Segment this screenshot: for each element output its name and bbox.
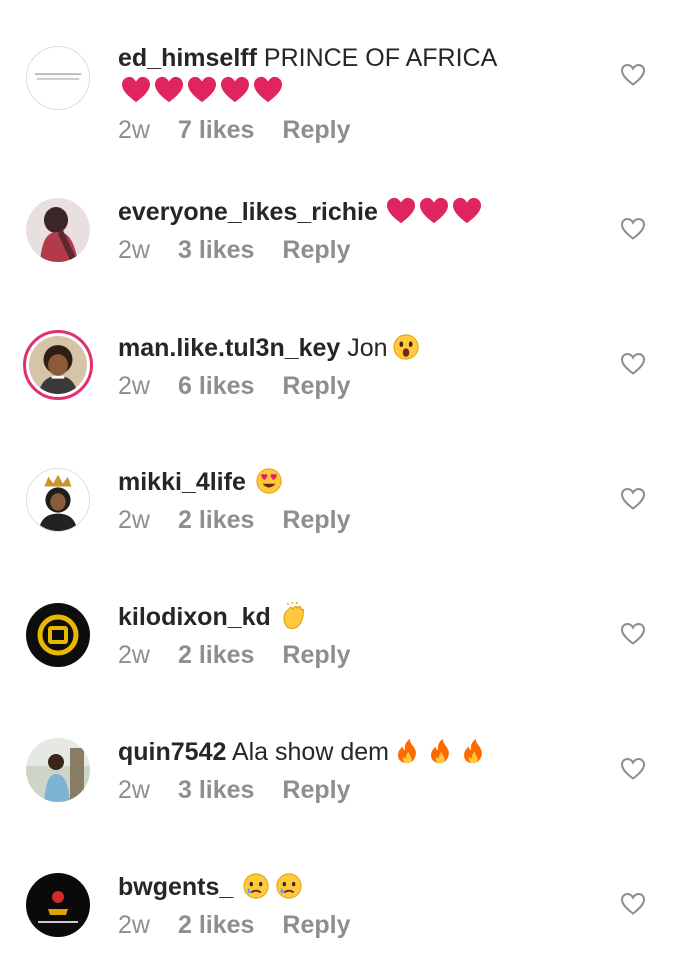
comment-meta: 2w 3 likes Reply [118, 234, 585, 266]
comment-time: 2w [118, 236, 150, 264]
comment-meta: 2w 2 likes Reply [118, 504, 585, 536]
comment-username[interactable]: man.like.tul3n_key [118, 334, 340, 362]
red-heart-icon [121, 76, 151, 104]
comment-likes[interactable]: 2 likes [178, 641, 254, 669]
comment-time: 2w [118, 911, 150, 939]
comment-text: Ala show dem [231, 738, 389, 766]
comment-text: PRINCE OF AFRICA [263, 44, 498, 72]
reply-button[interactable]: Reply [282, 911, 350, 939]
like-heart-icon[interactable] [620, 621, 646, 647]
avatar[interactable] [26, 198, 90, 262]
avatar[interactable] [26, 46, 90, 110]
astonished-face-icon [391, 333, 421, 361]
comment-meta: 2w 3 likes Reply [118, 774, 585, 806]
fire-icon [458, 737, 488, 765]
comment-meta: 2w 2 likes Reply [118, 639, 585, 671]
comment-likes[interactable]: 7 likes [178, 116, 254, 144]
avatar[interactable] [26, 873, 90, 937]
comment-username[interactable]: bwgents_ [118, 873, 233, 901]
comment-username[interactable]: ed_himselff [118, 44, 257, 72]
comment-time: 2w [118, 776, 150, 804]
reply-button[interactable]: Reply [282, 236, 350, 264]
red-heart-icon [386, 197, 416, 225]
fire-icon [392, 737, 422, 765]
crying-face-icon [241, 872, 271, 900]
crying-face-icon [274, 872, 304, 900]
avatar[interactable] [23, 330, 93, 400]
reply-button[interactable]: Reply [282, 776, 350, 804]
red-heart-icon [419, 197, 449, 225]
avatar[interactable] [26, 603, 90, 667]
fire-icon [425, 737, 455, 765]
like-heart-icon[interactable] [620, 756, 646, 782]
comment-time: 2w [118, 372, 150, 400]
red-heart-icon [220, 76, 250, 104]
comment-username[interactable]: quin7542 [118, 738, 226, 766]
red-heart-icon [253, 76, 283, 104]
heart-eyes-face-icon [254, 467, 284, 495]
red-heart-icon [452, 197, 482, 225]
comment-meta: 2w 2 likes Reply [118, 909, 585, 941]
comment-likes[interactable]: 2 likes [178, 911, 254, 939]
comment-likes[interactable]: 6 likes [178, 372, 254, 400]
red-heart-icon [154, 76, 184, 104]
avatar[interactable] [26, 468, 90, 532]
comment-text: Jon [347, 334, 388, 362]
like-heart-icon[interactable] [620, 351, 646, 377]
comment-meta: 2w 7 likes Reply [118, 114, 585, 146]
clapping-hands-icon [279, 602, 309, 630]
comment-username[interactable]: kilodixon_kd [118, 603, 271, 631]
red-heart-icon [187, 76, 217, 104]
reply-button[interactable]: Reply [282, 641, 350, 669]
comment-likes[interactable]: 3 likes [178, 236, 254, 264]
like-heart-icon[interactable] [620, 891, 646, 917]
comment-likes[interactable]: 3 likes [178, 776, 254, 804]
reply-button[interactable]: Reply [282, 116, 350, 144]
comment-time: 2w [118, 116, 150, 144]
comment-username[interactable]: mikki_4life [118, 468, 246, 496]
like-heart-icon[interactable] [620, 62, 646, 88]
comment-likes[interactable]: 2 likes [178, 506, 254, 534]
comments-list: ed_himselff PRINCE OF AFRICA 2w 7 likes Re… [0, 0, 675, 971]
reply-button[interactable]: Reply [282, 372, 350, 400]
like-heart-icon[interactable] [620, 216, 646, 242]
comment-username[interactable]: everyone_likes_richie [118, 198, 378, 226]
avatar[interactable] [26, 738, 90, 802]
comment-meta: 2w 6 likes Reply [118, 370, 585, 402]
comment-emoji-row [118, 74, 585, 108]
like-heart-icon[interactable] [620, 486, 646, 512]
reply-button[interactable]: Reply [282, 506, 350, 534]
comment-time: 2w [118, 641, 150, 669]
comment-time: 2w [118, 506, 150, 534]
